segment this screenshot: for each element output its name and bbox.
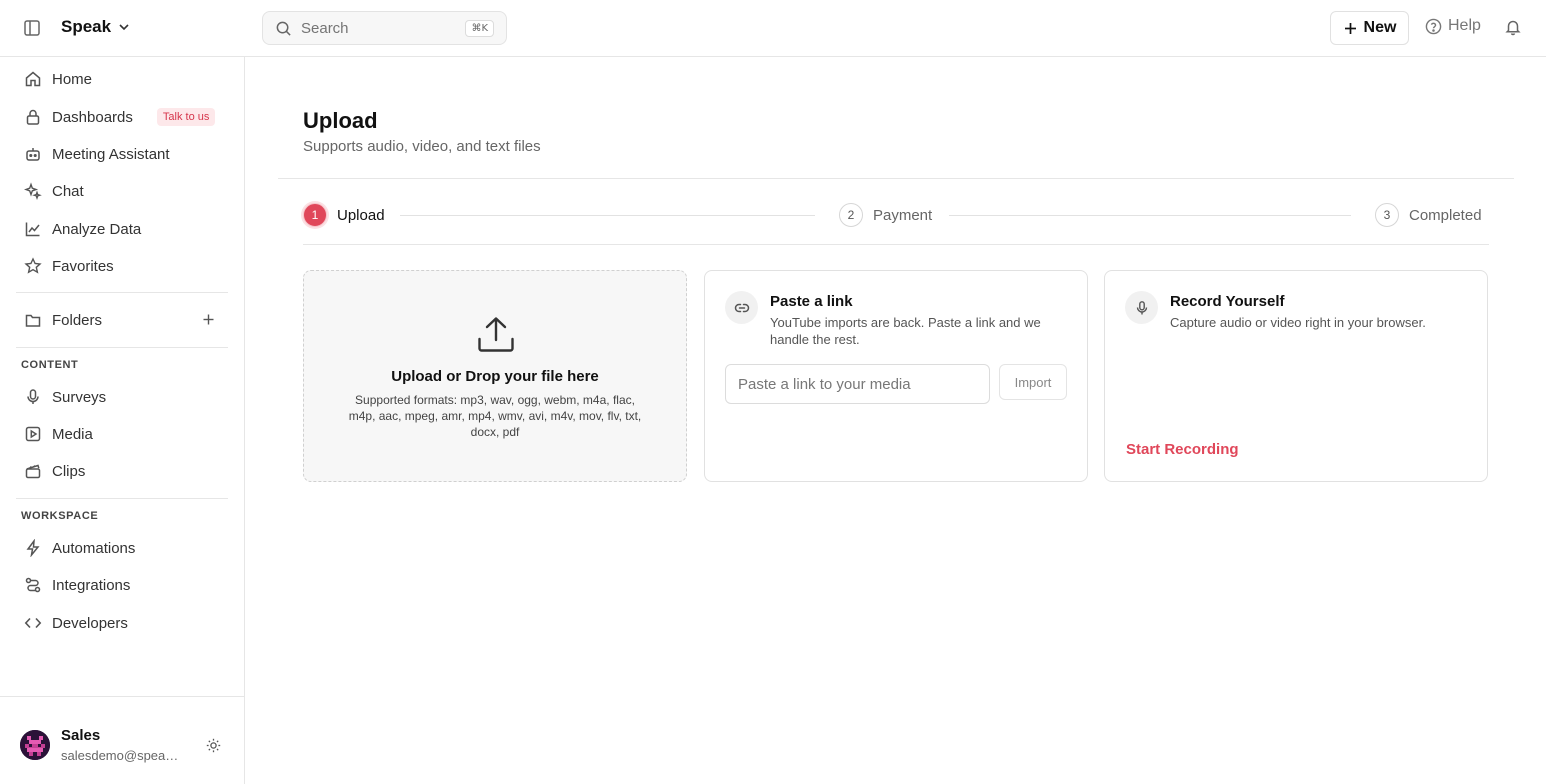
new-button-label: New <box>1363 19 1397 36</box>
search-shortcut: ⌘K <box>465 19 494 37</box>
paste-link-title: Paste a link <box>770 293 853 310</box>
clapperboard-icon <box>24 462 42 480</box>
user-email: salesdemo@speak... <box>61 748 181 763</box>
sidebar-item-label: Folders <box>52 311 103 329</box>
import-button[interactable]: Import <box>999 364 1067 400</box>
microphone-icon <box>1125 291 1158 324</box>
search-bar[interactable]: Search ⌘K <box>262 11 507 45</box>
sidebar-item-automations[interactable]: Automations <box>16 532 228 564</box>
sidebar-item-label: Clips <box>52 462 86 480</box>
sidebar-item-label: Developers <box>52 614 128 632</box>
sidebar-item-label: Automations <box>52 539 136 557</box>
sidebar-item-folders[interactable]: Folders <box>16 304 228 336</box>
sidebar-item-surveys[interactable]: Surveys <box>16 381 228 413</box>
sidebar-item-label: Favorites <box>52 257 114 275</box>
link-icon <box>725 291 758 324</box>
paste-link-description: YouTube imports are back. Paste a link a… <box>770 315 1041 347</box>
sidebar-item-label: Surveys <box>52 388 107 406</box>
sidebar-item-meeting-assistant[interactable]: Meeting Assistant <box>16 138 228 170</box>
sidebar-item-dashboards[interactable]: Dashboards Talk to us <box>16 101 228 133</box>
step-connector <box>400 215 815 216</box>
user-name: Sales <box>61 727 101 744</box>
sidebar-item-chat[interactable]: Chat <box>16 175 228 207</box>
step-number: 1 <box>303 203 327 227</box>
record-yourself-card: Record Yourself Capture audio or video r… <box>1104 270 1488 482</box>
code-icon <box>24 614 42 632</box>
sidebar-item-integrations[interactable]: Integrations <box>16 569 228 601</box>
sidebar-item-label: Chat <box>52 182 84 200</box>
star-icon <box>24 257 42 275</box>
sidebar-divider <box>16 498 228 499</box>
upload-title: Upload or Drop your file here <box>391 368 599 385</box>
home-icon <box>24 70 42 88</box>
sidebar-divider <box>16 347 228 348</box>
sidebar-item-label: Analyze Data <box>52 220 142 238</box>
folder-icon <box>24 311 42 329</box>
media-link-input[interactable] <box>725 364 990 404</box>
sidebar-item-home[interactable]: Home <box>16 63 228 95</box>
sidebar-item-media[interactable]: Media <box>16 418 228 450</box>
help-label: Help <box>1448 17 1481 34</box>
new-button[interactable]: New <box>1330 11 1409 45</box>
route-icon <box>24 576 42 594</box>
help-button[interactable]: Help <box>1425 17 1481 35</box>
user-profile[interactable]: Sales salesdemo@speak... <box>0 696 244 784</box>
add-folder-icon[interactable] <box>201 312 216 327</box>
plus-icon <box>1343 21 1358 36</box>
sidebar-item-label: Dashboards <box>52 108 133 126</box>
microphone-icon <box>24 388 42 406</box>
section-label-workspace: WORKSPACE <box>21 510 99 522</box>
top-bar: Speak Search ⌘K New Help <box>0 0 1546 57</box>
step-label: Upload <box>337 206 385 224</box>
step-number: 3 <box>1375 203 1399 227</box>
sparkles-icon <box>24 182 42 200</box>
search-placeholder: Search <box>301 19 349 37</box>
sidebar-item-favorites[interactable]: Favorites <box>16 250 228 282</box>
sidebar-item-label: Media <box>52 425 93 443</box>
supported-formats: Supported formats: mp3, wav, ogg, webm, … <box>348 393 642 439</box>
record-title: Record Yourself <box>1170 293 1285 310</box>
start-recording-button[interactable]: Start Recording <box>1126 441 1239 458</box>
lock-icon <box>24 108 42 126</box>
step-label: Payment <box>873 206 933 224</box>
chevron-down-icon <box>117 20 131 34</box>
upload-dropzone[interactable]: Upload or Drop your file here Supported … <box>303 270 687 482</box>
workspace-name: Speak <box>61 17 112 36</box>
avatar[interactable] <box>20 730 50 760</box>
sidebar-item-clips[interactable]: Clips <box>16 455 228 487</box>
sidebar-item-developers[interactable]: Developers <box>16 607 228 639</box>
step-label: Completed <box>1409 206 1482 224</box>
record-description: Capture audio or video right in your bro… <box>1170 315 1426 330</box>
page-title: Upload <box>303 108 378 133</box>
talk-to-us-badge[interactable]: Talk to us <box>156 108 216 126</box>
stepper-divider <box>303 244 1489 245</box>
bolt-icon <box>24 539 42 557</box>
bell-icon[interactable] <box>1504 18 1522 36</box>
step-upload: 1 Upload <box>303 203 385 227</box>
search-icon <box>275 20 292 37</box>
sidebar-item-analyze-data[interactable]: Analyze Data <box>16 213 228 245</box>
header-divider <box>278 178 1514 179</box>
help-circle-icon <box>1425 18 1442 35</box>
section-label-content: CONTENT <box>21 359 79 371</box>
sidebar-item-label: Integrations <box>52 576 131 594</box>
sidebar: Home Dashboards Talk to us Meeting Assis… <box>0 57 245 784</box>
sidebar-divider <box>16 292 228 293</box>
page-subtitle: Supports audio, video, and text files <box>303 138 541 155</box>
sidebar-toggle-icon[interactable] <box>22 18 42 38</box>
sun-icon[interactable] <box>206 738 221 753</box>
chart-line-icon <box>24 220 42 238</box>
bot-icon <box>24 145 42 163</box>
paste-link-card: Paste a link YouTube imports are back. P… <box>704 270 1088 482</box>
step-payment: 2 Payment <box>839 203 932 227</box>
step-connector <box>949 215 1351 216</box>
sidebar-item-label: Meeting Assistant <box>52 145 170 163</box>
step-completed: 3 Completed <box>1375 203 1482 227</box>
step-number: 2 <box>839 203 863 227</box>
upload-icon <box>476 315 516 355</box>
sidebar-item-label: Home <box>52 70 93 88</box>
stepper: 1 Upload 2 Payment 3 Completed <box>303 201 1489 231</box>
workspace-switcher[interactable]: Speak <box>61 17 131 37</box>
play-square-icon <box>24 425 42 443</box>
